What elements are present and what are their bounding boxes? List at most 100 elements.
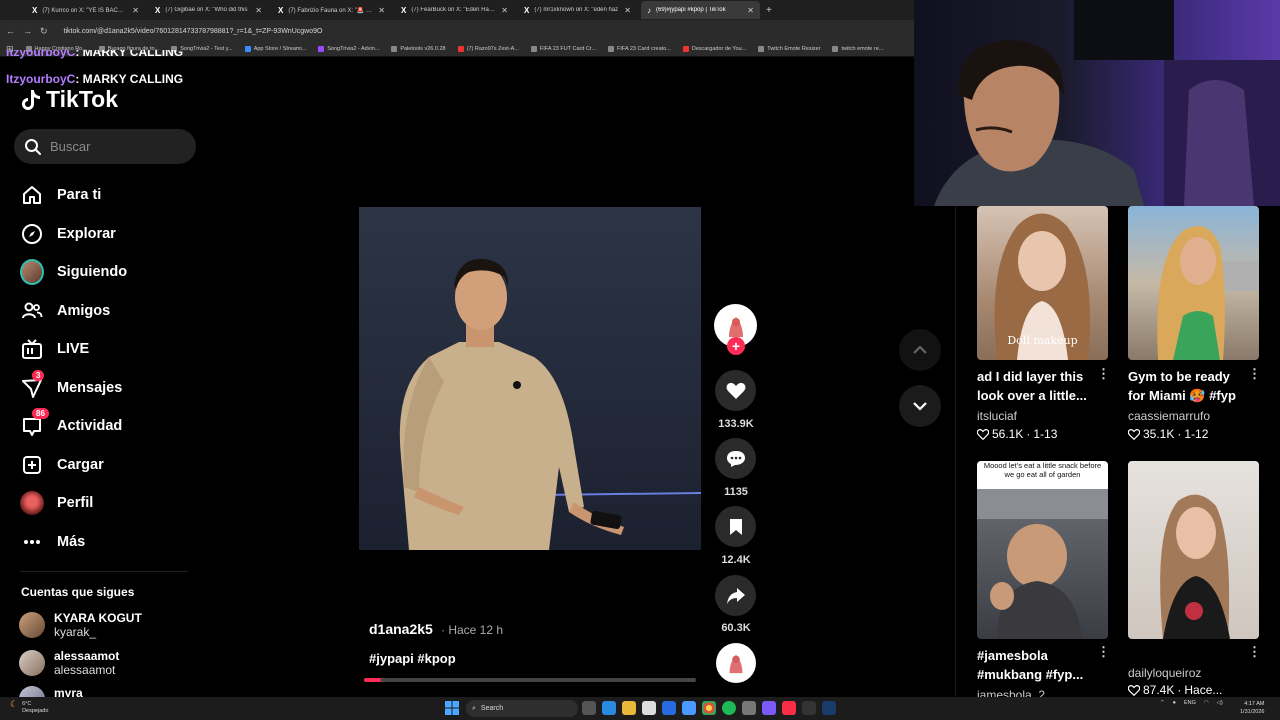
search-input[interactable]: Buscar [14, 129, 196, 164]
taskbar-clock[interactable]: 4:17 AM 1/31/2026 [1240, 700, 1264, 716]
bookmark[interactable]: FIFA 23 Card creato... [608, 46, 671, 52]
favicon-icon [832, 46, 839, 52]
spotify-icon[interactable] [722, 701, 736, 715]
close-tab-icon[interactable]: ✕ [747, 6, 754, 15]
save-button[interactable] [715, 506, 756, 547]
browser-tab-active[interactable]: ♪ (69)#jypapi #kpop | TikTok ✕ [641, 1, 760, 19]
more-options-icon[interactable]: ⋮ [1097, 366, 1110, 382]
more-options-icon[interactable]: ⋮ [1248, 366, 1261, 382]
comment-button[interactable] [715, 438, 756, 479]
mail-icon[interactable] [662, 701, 676, 715]
related-video-thumbnail[interactable]: Doll makeup [977, 206, 1108, 360]
next-video-button[interactable] [899, 385, 941, 427]
sidebar-menu: Para ti Explorar Siguiendo Amigos LIVE 3… [20, 176, 127, 561]
more-options-icon[interactable]: ⋮ [1097, 644, 1110, 660]
browser-tab[interactable]: X (7) Kurrco on X: "YE IS BACK 🧎 ✕ [26, 1, 145, 19]
bookmark[interactable]: FIFA 23 FUT Card Cr... [530, 46, 596, 52]
like-count: 133.9K [718, 418, 754, 430]
weather-widget[interactable]: ☾ 6°C Despejado [10, 700, 48, 715]
sidebar-item-cargar[interactable]: Cargar [20, 446, 127, 485]
close-tab-icon[interactable]: ✕ [255, 6, 262, 15]
video-progress-fill [364, 678, 381, 682]
sidebar-item-amigos[interactable]: Amigos [20, 292, 127, 331]
bookmark[interactable]: twitch emote re... [832, 46, 883, 52]
volume-icon[interactable]: ◁) [1217, 700, 1223, 706]
chrome-icon[interactable] [702, 701, 716, 715]
bookmark[interactable]: Twitch Emote Resizer [758, 46, 820, 52]
related-video-thumbnail[interactable]: Moood let's eat a little snack before we… [977, 461, 1108, 639]
steam-icon[interactable] [822, 701, 836, 715]
browser-tab[interactable]: X (7) mr1xknown on X: "eden haz ✕ [518, 1, 637, 19]
bookmark[interactable]: Paletools v26.0.28 [391, 46, 446, 52]
sidebar-item-explorar[interactable]: Explorar [20, 215, 127, 254]
file-explorer-icon[interactable] [622, 701, 636, 715]
sidebar-item-perfil[interactable]: Perfil [20, 484, 127, 523]
back-arrow-icon[interactable]: ← [6, 26, 15, 36]
tray-app-icon[interactable]: ● [1173, 700, 1176, 706]
music-icon[interactable] [782, 701, 796, 715]
like-button[interactable] [715, 370, 756, 411]
bookmark[interactable]: App Store / Streami... [244, 46, 306, 52]
sidebar-item-para-ti[interactable]: Para ti [20, 176, 127, 215]
edge-icon[interactable] [602, 701, 616, 715]
related-video-title[interactable]: Gym to be ready for Miami 🥵 #fyp [1128, 367, 1248, 405]
video-description[interactable]: #jypapi #kpop [369, 651, 456, 666]
browser-tab-bar: X (7) Kurrco on X: "YE IS BACK 🧎 ✕ X (7) Gi… [0, 0, 914, 20]
forward-arrow-icon[interactable]: → [23, 26, 32, 36]
tiktok-logo[interactable]: TikTok [20, 86, 118, 113]
chevron-up-icon[interactable]: ⌃ [1160, 700, 1165, 706]
discord-icon[interactable] [762, 701, 776, 715]
sidebar-item-siguiendo[interactable]: Siguiendo [20, 253, 127, 292]
reload-icon[interactable]: ↻ [40, 26, 48, 37]
video-author[interactable]: d1ana2k5 [369, 621, 433, 637]
bookmark-label: FIFA 23 Card creato... [617, 46, 671, 52]
more-options-icon[interactable]: ⋮ [1248, 644, 1261, 660]
close-tab-icon[interactable]: ✕ [624, 6, 631, 15]
taskbar-search[interactable]: ⌕ Search [466, 700, 578, 717]
related-video-author[interactable]: caassiemarrufo [1128, 409, 1210, 423]
related-video-author[interactable]: jamesbola_2 [977, 688, 1045, 697]
sidebar-item-mas[interactable]: Más [20, 523, 127, 562]
related-video-thumbnail[interactable] [1128, 461, 1259, 639]
bookmark[interactable]: (7) Razo97s Zest-A... [457, 46, 519, 52]
new-tab-icon[interactable]: + [766, 5, 772, 16]
bookmark[interactable]: SongTrivia2 - Advin... [318, 46, 379, 52]
video-player[interactable] [359, 207, 701, 550]
thumbnail-image [1157, 226, 1259, 360]
settings-gear-icon[interactable] [742, 701, 756, 715]
windows-start-icon[interactable] [445, 701, 459, 715]
following-account[interactable]: KYARA KOGUT kyarak_ [19, 611, 142, 639]
sidebar-item-mensajes[interactable]: 3 Mensajes [20, 369, 127, 408]
browser-tab[interactable]: X (7) Fabrizio Fauna on X: "🚨 BR ✕ [272, 1, 391, 19]
task-view-icon[interactable] [582, 701, 596, 715]
previous-video-button[interactable] [899, 329, 941, 371]
related-video-title[interactable]: ad I did layer this look over a little..… [977, 367, 1097, 405]
close-tab-icon[interactable]: ✕ [501, 6, 508, 15]
sidebar-item-live[interactable]: LIVE [20, 330, 127, 369]
sidebar-item-actividad[interactable]: 86 Actividad [20, 407, 127, 446]
related-video-author[interactable]: dailyloqueiroz [1128, 666, 1201, 680]
following-account[interactable]: alessaamot alessaamot [19, 649, 119, 677]
following-account[interactable]: myra [19, 686, 83, 697]
url-field[interactable]: tiktok.com/@d1ana2k5/video/7601281473378… [64, 28, 323, 35]
app-icon[interactable] [682, 701, 696, 715]
related-video-title[interactable]: #jamesbola #mukbang #fyp... [977, 646, 1097, 684]
share-button[interactable] [715, 575, 756, 616]
taskbar-search-label: Search [480, 705, 504, 712]
close-tab-icon[interactable]: ✕ [378, 6, 385, 15]
related-video-author[interactable]: itsluciaf [977, 409, 1017, 423]
bookmark[interactable]: Descargador de You... [682, 46, 746, 52]
wifi-icon[interactable]: ◠ [1204, 700, 1209, 706]
chat-message: ItzyourboyC: MARKY CALLING [6, 50, 183, 60]
browser-tab[interactable]: X (7) FearBuck on X: "Eden Hazar ✕ [395, 1, 514, 19]
follow-plus-button[interactable]: + [727, 337, 745, 355]
browser-tab[interactable]: X (7) Gigibae on X: "Who did this ✕ [149, 1, 268, 19]
close-tab-icon[interactable]: ✕ [132, 6, 139, 15]
sound-avatar[interactable] [716, 643, 756, 683]
obs-icon[interactable] [802, 701, 816, 715]
video-progress-bar[interactable] [364, 678, 696, 682]
related-video-thumbnail[interactable] [1128, 206, 1259, 360]
language-indicator[interactable]: ENG [1184, 700, 1196, 706]
store-icon[interactable] [642, 701, 656, 715]
following-section-title: Cuentas que sigues [21, 585, 135, 599]
